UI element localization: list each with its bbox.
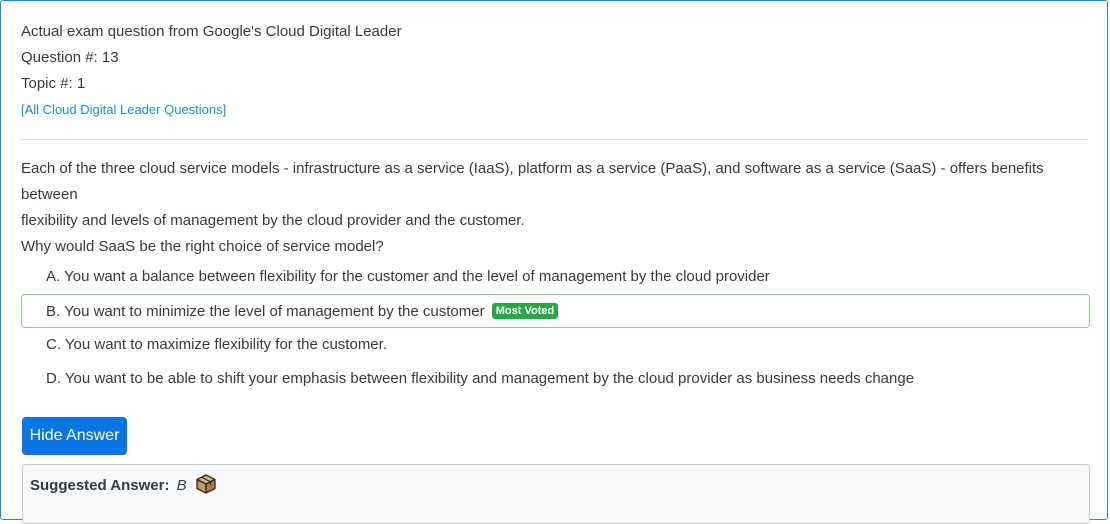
header-divider [21, 139, 1089, 140]
suggested-answer-label: Suggested Answer: [30, 477, 170, 494]
choice-text: You want a balance between flexibility f… [64, 268, 770, 285]
all-questions-link[interactable]: [All Cloud Digital Leader Questions] [21, 97, 1091, 123]
box-icon[interactable] [195, 473, 217, 495]
question-text-line: flexibility and levels of management by … [21, 212, 525, 229]
suggested-answer-box: Suggested Answer: B [22, 464, 1090, 524]
question-card: Actual exam question from Google's Cloud… [0, 0, 1108, 524]
box-icon-graphic [196, 474, 216, 494]
choice-text: You want to maximize flexibility for the… [64, 336, 387, 353]
suggested-answer-line: Suggested Answer: B [30, 473, 217, 497]
choice-d[interactable]: D. You want to be able to shift your emp… [21, 362, 1090, 396]
choices-list: A. You want a balance between flexibilit… [21, 260, 1090, 396]
choice-letter: D. [46, 370, 61, 387]
choice-letter: A. [46, 268, 61, 285]
choice-a[interactable]: A. You want a balance between flexibilit… [21, 260, 1090, 294]
question-header: Actual exam question from Google's Cloud… [21, 19, 1091, 123]
exam-title: Actual exam question from Google's Cloud… [21, 23, 402, 40]
choice-text: You want to minimize the level of manage… [64, 303, 485, 320]
topic-number: Topic #: 1 [21, 75, 86, 92]
choice-text: You want to be able to shift your emphas… [64, 370, 915, 387]
choice-b[interactable]: B. You want to minimize the level of man… [21, 294, 1090, 328]
question-prompt: Why would SaaS be the right choice of se… [21, 238, 384, 255]
question-number: Question #: 13 [21, 49, 119, 66]
question-text: Each of the three cloud service models -… [21, 156, 1081, 260]
choice-letter: B. [46, 303, 61, 320]
suggested-answer-value: B [176, 477, 187, 494]
most-voted-badge: Most Voted [491, 303, 559, 320]
question-text-line: Each of the three cloud service models -… [21, 160, 1044, 203]
choice-c[interactable]: C. You want to maximize flexibility for … [21, 328, 1090, 362]
choice-letter: C. [46, 336, 61, 353]
hide-answer-button[interactable]: Hide Answer [22, 417, 127, 455]
